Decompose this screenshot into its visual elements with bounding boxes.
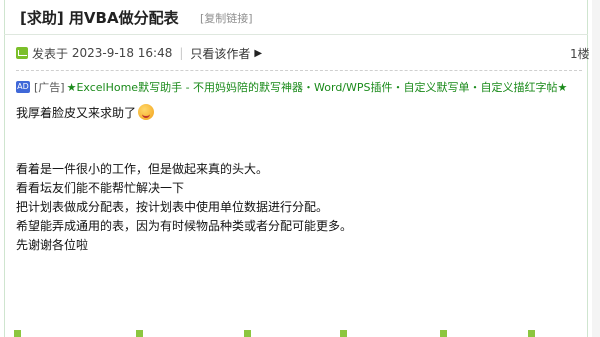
post-meta: 发表于 2023-9-18 16:48 | 只看该作者 ▶: [16, 44, 262, 62]
ad-label: [广告]: [34, 81, 65, 94]
post-line-5: 希望能弄成通用的表，因为有时候物品种类或者分配可能更多。: [16, 219, 353, 233]
bottom-action-icon-2[interactable]: [136, 330, 143, 337]
floor-number: 1楼: [570, 47, 590, 61]
ad-badge-icon: AD: [16, 81, 30, 93]
copy-link-button[interactable]: [复制链接]: [200, 10, 253, 26]
divider: [16, 70, 582, 71]
post-status-icon: [16, 47, 28, 59]
bottom-action-icon-5[interactable]: [440, 330, 447, 337]
post-line-3: 看看坛友们能不能帮忙解决一下: [16, 181, 185, 195]
bottom-action-icon-3[interactable]: [244, 330, 251, 337]
post-title: [求助] 用VBA做分配表: [20, 9, 179, 27]
meta-separator: |: [179, 46, 184, 60]
ad-link[interactable]: ★ExcelHome默写助手 - 不用妈妈陪的默写神器・Word/WPS插件・自…: [67, 79, 568, 95]
post-line-2: 看着是一件很小的工作，但是做起来真的头大。: [16, 162, 269, 176]
embarrassed-emoji-icon: [138, 104, 155, 120]
posted-prefix: 发表于: [32, 46, 69, 61]
only-author-link[interactable]: 只看该作者: [190, 45, 250, 62]
ad-banner[interactable]: AD [广告] ★ExcelHome默写助手 - 不用妈妈陪的默写神器・Word…: [16, 79, 567, 95]
post-header: [求助] 用VBA做分配表 [复制链接]: [4, 0, 588, 35]
bottom-action-icon-1[interactable]: [14, 330, 21, 337]
post-line-6: 先谢谢各位啦: [16, 238, 89, 252]
post-line-4: 把计划表做成分配表，按计划表中使用单位数据进行分配。: [16, 200, 329, 214]
post-line-1-text: 我厚着脸皮又来求助了: [16, 106, 137, 120]
post-line-1: 我厚着脸皮又来求助了: [16, 104, 155, 121]
bottom-action-icon-4[interactable]: [340, 330, 347, 337]
play-triangle-icon[interactable]: ▶: [254, 48, 262, 59]
bottom-action-icon-6[interactable]: [528, 330, 535, 337]
scrollbar-track[interactable]: [592, 0, 600, 337]
post-datetime: 2023-9-18 16:48: [71, 46, 173, 60]
